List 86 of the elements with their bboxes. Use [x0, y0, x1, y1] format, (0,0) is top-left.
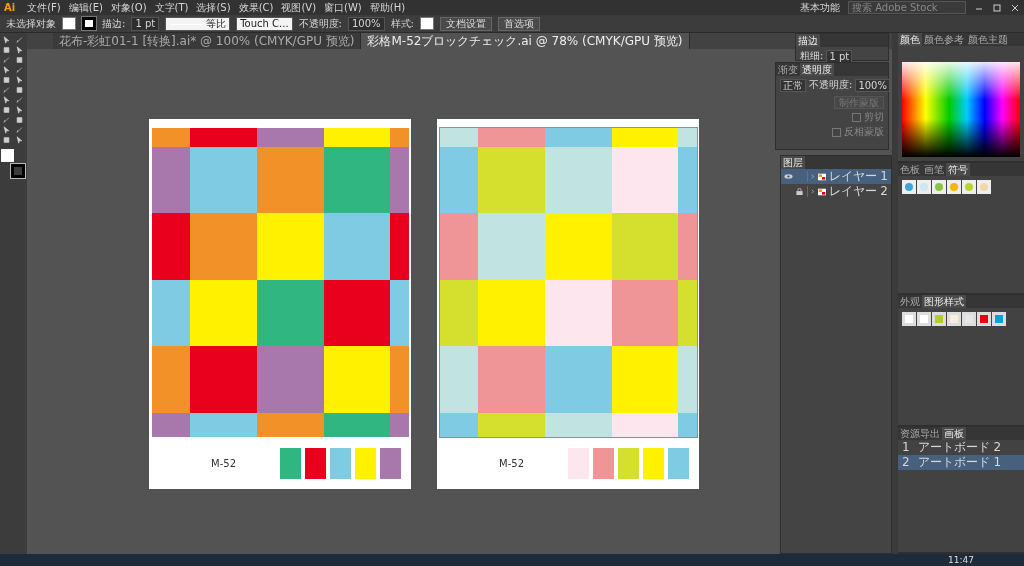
style-label: 样式:	[390, 16, 414, 31]
fill-color-swatch[interactable]	[1, 149, 14, 162]
menu-item[interactable]: 窗口(W)	[324, 0, 362, 15]
stroke-label: 描边:	[102, 16, 126, 31]
symbol-thumbnail[interactable]	[917, 180, 931, 194]
fill-swatch[interactable]	[62, 17, 76, 30]
layer-row[interactable]: レイヤー 2	[781, 184, 891, 199]
opacity-field[interactable]: 100%	[855, 78, 890, 92]
checkbox-label: 反相蒙版	[844, 125, 884, 139]
workspace-switcher[interactable]: 基本功能	[800, 0, 840, 15]
artboard-name: アートボード 1	[917, 455, 1002, 470]
toolbar-button[interactable]: 文档设置	[439, 16, 492, 31]
menu-item[interactable]: 效果(C)	[238, 0, 274, 15]
brush-dropdown[interactable]: Touch C...	[236, 16, 293, 31]
menu-item[interactable]: 选择(S)	[196, 0, 231, 15]
layer-thumbnail	[817, 171, 826, 182]
artboard-number: 1	[902, 440, 910, 455]
checkbox[interactable]	[852, 112, 861, 122]
stroke-weight-field[interactable]: 1 pt	[131, 16, 160, 31]
menu-item[interactable]: 编辑(E)	[68, 0, 103, 15]
symbol-thumbnail[interactable]	[947, 180, 961, 194]
expand-caret-icon[interactable]	[811, 188, 815, 195]
graphic-style-thumbnail[interactable]	[992, 312, 1006, 326]
artboard-number: 2	[902, 455, 910, 470]
graphic-style-thumbnail[interactable]	[917, 312, 931, 326]
lock-icon[interactable]	[794, 188, 804, 195]
panel-tab[interactable]: 外观	[898, 295, 922, 308]
maximize-icon[interactable]	[992, 2, 1002, 13]
pattern-label: M-52	[499, 457, 524, 469]
panel-tab[interactable]: 符号	[946, 163, 970, 176]
symbol-thumbnail[interactable]	[932, 180, 946, 194]
layer-name: レイヤー 2	[828, 183, 888, 200]
symbol-thumbnail[interactable]	[902, 180, 916, 194]
graphic-style-thumbnail[interactable]	[947, 312, 961, 326]
stroke-profile-dropdown[interactable]: 等比	[165, 16, 231, 31]
menu-item[interactable]: 文件(F)	[27, 0, 61, 15]
panel-tab[interactable]: 颜色主题	[966, 33, 1010, 46]
style-swatch[interactable]	[419, 17, 434, 30]
selection-status: 未选择对象	[6, 16, 56, 31]
menu-item[interactable]: 帮助(H)	[369, 0, 406, 15]
panel-tab[interactable]: 透明度	[800, 63, 834, 76]
color-spectrum[interactable]	[902, 62, 1020, 157]
panel-tab[interactable]: 资源导出	[898, 427, 942, 440]
document-tab[interactable]: 花布-彩虹01-1 [转换].ai* @ 100% (CMYK/GPU 预览)	[53, 33, 362, 49]
artboard-row[interactable]: 1 アートボード 2	[898, 440, 1024, 455]
toolbar-button[interactable]: 首选项	[497, 16, 540, 31]
opacity-label: 不透明度:	[298, 16, 342, 31]
panel-tab[interactable]: 颜色	[898, 33, 922, 46]
clock-time: 11:47	[948, 555, 974, 565]
artboard-row[interactable]: 2 アートボード 1	[898, 455, 1024, 470]
app-logo: Ai	[4, 2, 16, 13]
blend-mode-dropdown[interactable]: 正常	[780, 78, 806, 92]
panel-tab[interactable]: 图形样式	[922, 295, 966, 308]
panel-tab[interactable]: 描边	[796, 34, 820, 47]
pattern-label: M-52	[211, 457, 236, 469]
graphic-style-thumbnail[interactable]	[902, 312, 916, 326]
eye-icon[interactable]	[784, 173, 793, 180]
layer-row[interactable]: レイヤー 1	[781, 169, 891, 184]
close-icon[interactable]	[1010, 2, 1020, 13]
stroke-color-swatch[interactable]	[11, 164, 25, 178]
expand-caret-icon[interactable]	[811, 173, 815, 180]
artboard-name: アートボード 2	[917, 440, 1002, 455]
layer-name: レイヤー 1	[828, 168, 888, 185]
panel-tab[interactable]: 图层	[781, 156, 805, 169]
layer-thumbnail	[817, 186, 826, 197]
menu-item[interactable]: 文字(T)	[154, 0, 189, 15]
menu-item[interactable]: 对象(O)	[110, 0, 147, 15]
opacity-field[interactable]: 100%	[347, 16, 385, 31]
panel-tab[interactable]: 画笔	[922, 163, 946, 176]
weight-label: 粗细:	[800, 49, 824, 63]
graphic-style-thumbnail[interactable]	[932, 312, 946, 326]
opacity-label: 不透明度:	[809, 78, 853, 92]
document-tab[interactable]: 彩格M-52ブロックチェック.ai @ 78% (CMYK/GPU 预览)	[361, 33, 690, 49]
panel-tab[interactable]: 渐变	[776, 63, 800, 76]
panel-tab[interactable]: 画板	[942, 427, 966, 440]
stroke-swatch[interactable]	[82, 17, 96, 30]
weight-field[interactable]: 1 pt	[826, 49, 853, 63]
menu-item[interactable]: 视图(V)	[281, 0, 317, 15]
checkbox[interactable]	[832, 127, 841, 137]
panel-tab[interactable]: 色板	[898, 163, 922, 176]
graphic-style-thumbnail[interactable]	[977, 312, 991, 326]
symbol-thumbnail[interactable]	[962, 180, 976, 194]
search-field[interactable]: 搜索 Adobe Stock	[848, 1, 966, 14]
symbol-thumbnail[interactable]	[977, 180, 991, 194]
graphic-style-thumbnail[interactable]	[962, 312, 976, 326]
panel-tab[interactable]: 颜色参考	[922, 33, 966, 46]
